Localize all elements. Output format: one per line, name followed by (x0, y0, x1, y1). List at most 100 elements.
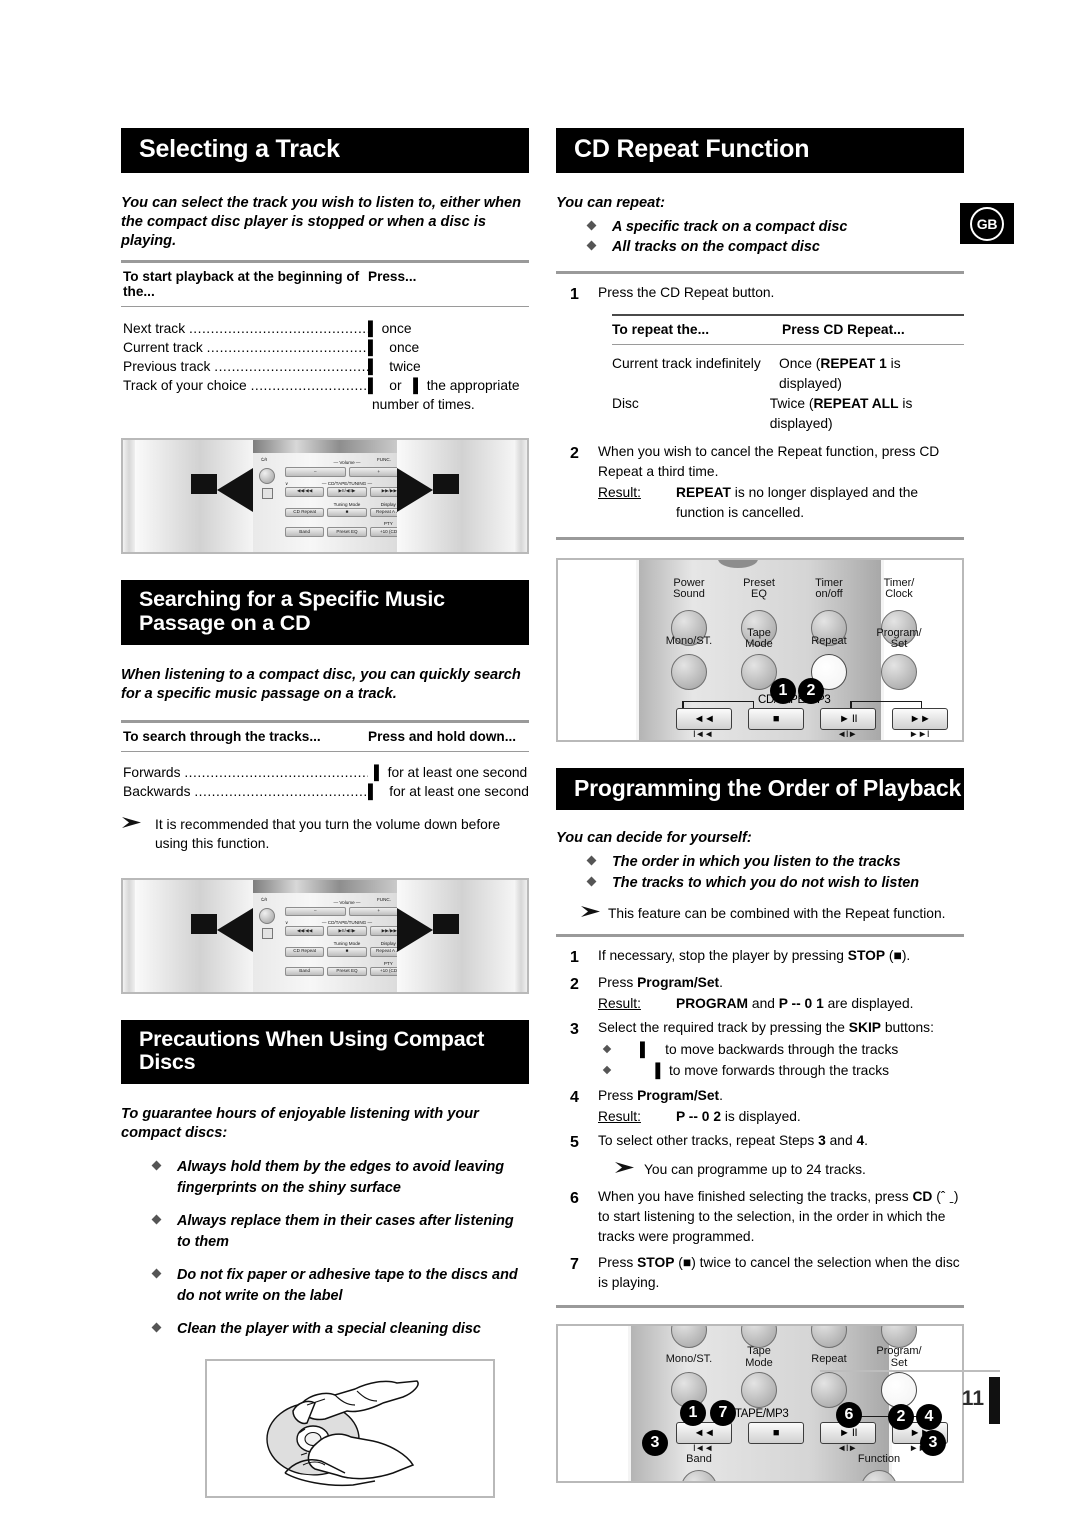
skip-back-button[interactable]: ◀◀/◀◀ (285, 926, 325, 936)
preset-eq-label: Preset EQ (743, 576, 775, 601)
row-value: for at least one second (389, 784, 529, 800)
result-label: Result: (598, 996, 641, 1012)
key-glyph: ▌ (368, 359, 378, 375)
display-text: CD (912, 1189, 933, 1205)
figure-remote-repeat-buttons: Power Sound Preset EQ Timer on/off Timer… (556, 557, 964, 742)
precautions-bullet-list: Always hold them by the edges to avoid l… (121, 1157, 529, 1339)
searching-intro: When listening to a compact disc, you ca… (121, 666, 521, 702)
key-glyph: ▌ (368, 321, 378, 337)
table-header-row: To search through the tracks... Press an… (121, 723, 529, 751)
table-row: Current track ..........................… (121, 338, 529, 357)
hands-disc-illustration (266, 1379, 419, 1486)
callout-badge-2: 2 (888, 1404, 914, 1431)
footer-divider (820, 1370, 1000, 1372)
row-value: for at least one second (387, 765, 528, 781)
figure-remote-program-buttons: Mono/ST. Tape Mode Repeat Program/ Set 1… (556, 1324, 964, 1484)
tape-mode-button[interactable] (741, 1372, 777, 1409)
leader-dots: ........................................… (214, 359, 368, 375)
table-row: Next track .............................… (121, 319, 529, 338)
cd-repeat-button[interactable]: CD Repeat (285, 946, 325, 957)
stop-button[interactable]: ■ (327, 507, 367, 518)
power-label: ⏻/I (261, 457, 268, 463)
row-label: Forwards (123, 765, 181, 781)
band-button[interactable]: Band (285, 527, 325, 537)
step-text: When you wish to cancel the Repeat funct… (598, 443, 940, 479)
play-pause-button[interactable]: ▶II/◀II▶ (327, 926, 367, 936)
tape-mode-label: Tape Mode (745, 626, 773, 651)
display-text: P -- 0 2 (676, 1108, 721, 1124)
tuning-label: — CD/TAPE/TUNING — (321, 920, 373, 926)
programming-bullet-list: The order in which you listen to the tra… (556, 852, 964, 894)
volume-knob[interactable] (259, 907, 275, 924)
callout-badge-1: 1 (770, 677, 796, 704)
fast-forward-button[interactable]: ►► (892, 707, 948, 730)
volume-down-button[interactable]: – (285, 467, 346, 477)
volume-down-button[interactable]: – (285, 906, 346, 917)
tuning-mode-label: Tuning Mode (333, 501, 361, 507)
stop-button[interactable]: ■ (748, 707, 804, 730)
band-button[interactable]: Band (285, 966, 325, 977)
section-header-programming-order: Programming the Order of Playback (556, 767, 964, 811)
step-result: Result: REPEAT is no longer displayed an… (598, 483, 964, 523)
skip-bullet-list: ▌ to move backwards through the tracks ▌… (598, 1040, 964, 1081)
stop-button[interactable]: ■ (327, 946, 367, 957)
note-text: This feature can be combined with the Re… (608, 905, 946, 921)
right-column: CD Repeat Function You can repeat: A spe… (556, 128, 964, 1484)
volume-knob[interactable] (259, 468, 275, 485)
step-text: Press the CD Repeat button. (598, 285, 775, 301)
diamond-bullet-icon (586, 220, 597, 230)
mono-st-label: Mono/ST. (665, 634, 713, 647)
locale-badge: GB (960, 203, 1014, 244)
row-label: Next track (123, 321, 186, 337)
play-pause-button[interactable]: ▶II/◀II▶ (327, 486, 367, 497)
leader-dots: ........................................… (206, 340, 368, 356)
timer-onoff-label: Timer on/off (815, 576, 843, 601)
divider (556, 271, 964, 275)
preset-eq-button[interactable]: Preset EQ (327, 527, 367, 537)
diamond-bullet-icon (151, 1322, 162, 1333)
section-header-cd-repeat-function: CD Repeat Function (556, 128, 964, 173)
display-text: Program/Set (637, 975, 720, 991)
diamond-bullet-icon (602, 1065, 612, 1075)
step-ref: 3 (818, 1132, 826, 1148)
table-row: Backwards ..............................… (121, 782, 529, 801)
selecting-a-track-table: To start playback at the beginning of th… (121, 263, 529, 414)
display-text: SKIP (848, 1020, 881, 1036)
band-label: Band (686, 1453, 712, 1466)
row-value: twice (389, 359, 421, 375)
row-value: once (389, 340, 420, 356)
result-label: Result: (598, 1108, 641, 1124)
rewind-button[interactable]: ◄◄ (676, 707, 732, 730)
cd-repeat-button[interactable]: CD Repeat (285, 507, 325, 518)
row-label: Current track (123, 340, 203, 356)
play-pause-button[interactable]: ► II (820, 707, 876, 730)
list-item: Always hold them by the edges to avoid l… (121, 1157, 529, 1199)
step: 1 If necessary, stop the player by press… (556, 941, 964, 971)
volume-label: — Volume — (333, 899, 361, 905)
skip-back-button[interactable]: ◀◀/◀◀ (285, 486, 325, 497)
searching-note: It is recommended that you turn the volu… (121, 815, 529, 854)
program-set-button[interactable] (881, 653, 917, 690)
divider (556, 934, 964, 938)
program-set-button[interactable] (881, 1372, 917, 1409)
programming-note: This feature can be combined with the Re… (556, 904, 964, 923)
note-text: It is recommended that you turn the volu… (155, 817, 501, 852)
step: 4 Press Program/Set. Result: P -- 0 2 is… (556, 1084, 964, 1129)
stop-button[interactable]: ■ (748, 1422, 804, 1445)
figure-front-panel-skip-buttons: ⏻/I FUNC. — Volume — – + ∨ — CD/TAPE/TUN… (121, 438, 529, 555)
table-row: Track of your choice ...................… (121, 376, 529, 395)
leader-dots: ................................. (250, 378, 368, 394)
program-set-label: Program/ Set (876, 626, 922, 651)
key-glyph: ▌ (368, 378, 378, 394)
note-arrow-icon (598, 1160, 644, 1179)
note-arrow-icon (121, 815, 155, 854)
preset-eq-button[interactable]: Preset EQ (327, 966, 367, 977)
display-text: PROGRAM (676, 996, 749, 1012)
display-text: STOP (637, 1255, 675, 1271)
searching-table: To search through the tracks... Press an… (121, 723, 529, 801)
diamond-bullet-icon (151, 1268, 162, 1279)
diamond-bullet-icon (602, 1045, 612, 1054)
list-item: ▌ to move backwards through the tracks (598, 1040, 964, 1061)
mono-st-button[interactable] (671, 653, 707, 690)
display-icon (262, 488, 273, 500)
